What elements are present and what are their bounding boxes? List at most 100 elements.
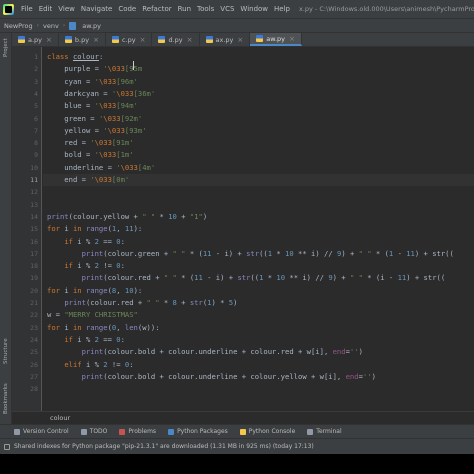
breadcrumb-class[interactable]: colour	[50, 414, 70, 422]
menu-edit[interactable]: Edit	[36, 5, 56, 13]
code-token: if	[64, 334, 78, 344]
code-line[interactable]: if i % 2 == 0:	[43, 334, 474, 346]
code-line[interactable]: for i in range(1, 11):	[43, 223, 474, 235]
code-token: :	[120, 236, 125, 246]
chevron-right-icon: ›	[62, 22, 66, 29]
menu-vcs[interactable]: VCS	[217, 5, 237, 13]
code-line[interactable]	[43, 186, 474, 198]
structure-tool-label: Structure	[3, 338, 9, 364]
menu-run[interactable]: Run	[175, 5, 194, 13]
code-line[interactable]: class colour:	[43, 51, 474, 63]
project-tool-tab[interactable]: Project	[1, 37, 11, 59]
code-token: ):	[133, 285, 143, 295]
code-token: [36m'	[133, 88, 156, 98]
tool-window-problems[interactable]: Problems	[119, 428, 156, 435]
close-icon[interactable]: ×	[140, 36, 146, 44]
status-toggle-icon[interactable]	[4, 443, 10, 450]
close-icon[interactable]: ×	[46, 36, 52, 44]
tool-window-icon	[168, 428, 175, 435]
tab-b-py[interactable]: b.py ×	[59, 33, 106, 46]
menu-file[interactable]: File	[18, 5, 36, 13]
bookmarks-tool-tab[interactable]: Bookmarks	[1, 379, 11, 419]
code-text: print(colour.green + " " * (11 - i) + st…	[47, 248, 454, 260]
code-line[interactable]: yellow = '\033[93m'	[43, 125, 474, 137]
code-line[interactable]: if i % 2 == 0:	[43, 236, 474, 248]
code-token: cyan =	[47, 76, 95, 86]
code-token: (colour.red +	[103, 273, 164, 283]
breadcrumb-project[interactable]: NewProg	[0, 22, 37, 30]
close-icon[interactable]: ×	[93, 36, 99, 44]
code-line[interactable]: print(colour.bold + colour.underline + c…	[43, 346, 474, 358]
menu-window[interactable]: Window	[237, 5, 271, 13]
code-editor[interactable]: 1 2 3 4 5 6 7 8 9 10 11 12 13 14 15 16 17 18 19 20 21 22 23 24 2…	[12, 47, 474, 411]
code-token: [0m'	[111, 175, 130, 184]
code-line[interactable]: for i in range(8, 10):	[43, 285, 474, 297]
code-token: [93m'	[124, 125, 147, 135]
code-line[interactable]: end = '\033[0m'	[43, 174, 474, 187]
code-token: purple =	[47, 64, 104, 74]
code-text: w = "MERRY CHRISTMAS"	[47, 309, 138, 321]
code-line[interactable]	[43, 199, 474, 211]
code-line[interactable]: darkcyan = '\033[36m'	[43, 88, 474, 100]
structure-tool-tab[interactable]: Structure	[1, 333, 11, 369]
code-token: colour	[72, 52, 99, 61]
code-line[interactable]: elif i % 2 != 0:	[43, 359, 474, 371]
code-line[interactable]: print(colour.green + " " * (11 - i) + st…	[43, 248, 474, 260]
code-token: ,	[116, 224, 125, 234]
menu-refactor[interactable]: Refactor	[139, 5, 174, 13]
code-line[interactable]: underline = '\033[4m'	[43, 162, 474, 174]
close-icon[interactable]: ×	[237, 36, 243, 44]
code-line[interactable]: red = '\033[91m'	[43, 137, 474, 149]
code-line[interactable]: green = '\033[92m'	[43, 113, 474, 125]
code-breadcrumb[interactable]: colour	[12, 411, 474, 424]
code-line[interactable]: cyan = '\033[96m'	[43, 76, 474, 88]
tab-aw-py[interactable]: aw.py ×	[250, 33, 302, 46]
code-line[interactable]: if i % 2 != 0:	[43, 260, 474, 272]
code-line[interactable]: print(colour.yellow + " " * 10 + "1")	[43, 211, 474, 223]
tab-d-py[interactable]: d.py ×	[152, 33, 200, 46]
code-token: [92m'	[120, 113, 143, 123]
tab-ax-py[interactable]: ax.py ×	[200, 33, 251, 46]
code-text: print(colour.red + " " * (11 - i) + str(…	[47, 272, 446, 284]
code-line[interactable]: bold = '\033[1m'	[43, 149, 474, 161]
menu-help[interactable]: Help	[271, 5, 293, 13]
code-line[interactable]: print(colour.red + " " * (11 - i) + str(…	[43, 272, 474, 284]
code-token: ) +	[332, 273, 350, 283]
code-token: \033	[98, 150, 117, 160]
code-token: ) + str((	[414, 248, 454, 258]
breadcrumb-file[interactable]: aw.py	[78, 22, 105, 30]
code-line[interactable]	[43, 383, 474, 395]
code-token: \033	[120, 162, 138, 172]
code-area[interactable]: class colour: purple = '\033[95m cyan = …	[43, 47, 474, 411]
breadcrumb-folder[interactable]: venv	[39, 22, 63, 30]
menu-code[interactable]: Code	[115, 5, 139, 13]
code-text: blue = '\033[94m'	[47, 100, 138, 112]
code-text: if i % 2 == 0:	[47, 236, 125, 248]
menu-navigate[interactable]: Navigate	[78, 5, 115, 13]
tab-a-py[interactable]: a.py ×	[12, 33, 59, 46]
menu-view[interactable]: View	[55, 5, 78, 13]
code-line[interactable]: for i in range(0, len(w)):	[43, 322, 474, 334]
code-line[interactable]: w = "MERRY CHRISTMAS"	[43, 309, 474, 321]
code-text: cyan = '\033[96m'	[47, 76, 138, 88]
close-icon[interactable]: ×	[187, 36, 193, 44]
tool-window-version-control[interactable]: Version Control	[14, 428, 69, 435]
code-line[interactable]: print(colour.bold + colour.underline + c…	[43, 371, 474, 383]
menu-tools[interactable]: Tools	[194, 5, 217, 13]
code-token: - i) +	[211, 248, 247, 258]
tab-c-py[interactable]: c.py ×	[106, 33, 153, 46]
python-file-icon	[111, 36, 119, 43]
code-token: ((	[259, 248, 268, 258]
code-line[interactable]: blue = '\033[94m'	[43, 100, 474, 112]
code-line[interactable]: purple = '\033[95m	[43, 63, 474, 75]
tool-window-python-packages[interactable]: Python Packages	[168, 428, 228, 435]
code-line[interactable]: print(colour.red + " " * 8 + str(1) * 5)	[43, 297, 474, 309]
close-icon[interactable]: ×	[289, 35, 295, 43]
code-token: for	[47, 285, 65, 295]
tool-window-todo[interactable]: TODO	[80, 428, 107, 435]
tool-window-python-console[interactable]: Python Console	[239, 428, 295, 435]
tool-window-terminal[interactable]: Terminal	[307, 428, 342, 435]
tab-label: a.py	[28, 35, 43, 44]
code-token: class	[47, 52, 73, 61]
